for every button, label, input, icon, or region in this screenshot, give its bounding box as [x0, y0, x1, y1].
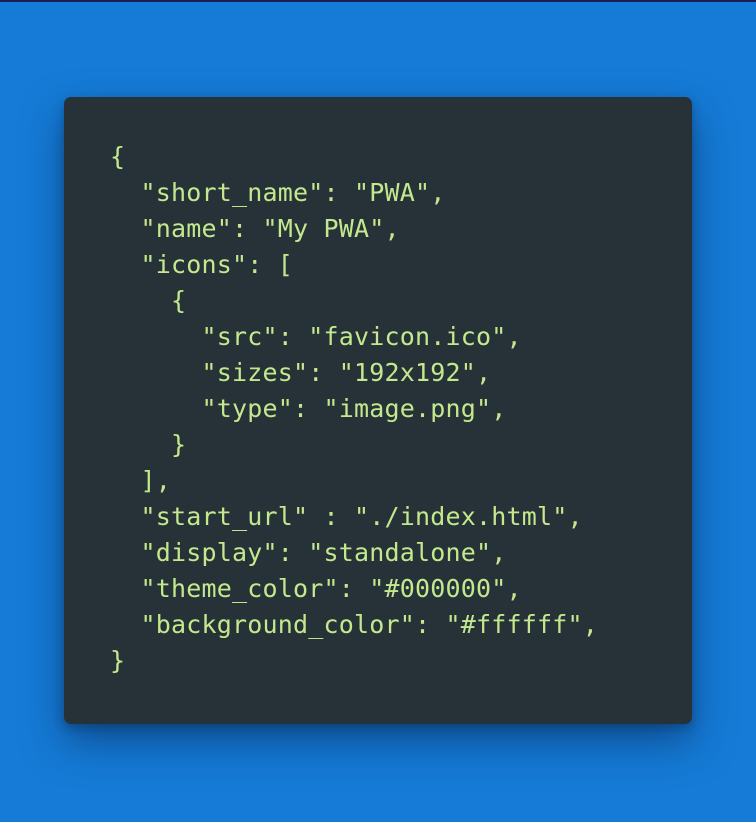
code-line: {: [110, 142, 126, 171]
top-edge-divider: [0, 0, 756, 2]
code-line: "background_color": "#ffffff",: [110, 610, 599, 639]
code-line: "short_name": "PWA",: [110, 178, 446, 207]
code-line: ],: [110, 466, 172, 495]
code-line: "type": "image.png",: [110, 394, 507, 423]
code-block: { "short_name": "PWA", "name": "My PWA",…: [110, 139, 598, 679]
code-line: "start_url" : "./index.html",: [110, 502, 583, 531]
code-line: "name": "My PWA",: [110, 214, 400, 243]
code-line: "src": "favicon.ico",: [110, 322, 522, 351]
code-line: "sizes": "192x192",: [110, 358, 492, 387]
code-line: "theme_color": "#000000",: [110, 574, 522, 603]
code-line: }: [110, 430, 187, 459]
code-line: {: [110, 286, 187, 315]
code-line: }: [110, 646, 126, 675]
code-line: "icons": [: [110, 250, 294, 279]
code-snippet-card: { "short_name": "PWA", "name": "My PWA",…: [64, 97, 692, 724]
code-line: "display": "standalone",: [110, 538, 507, 567]
